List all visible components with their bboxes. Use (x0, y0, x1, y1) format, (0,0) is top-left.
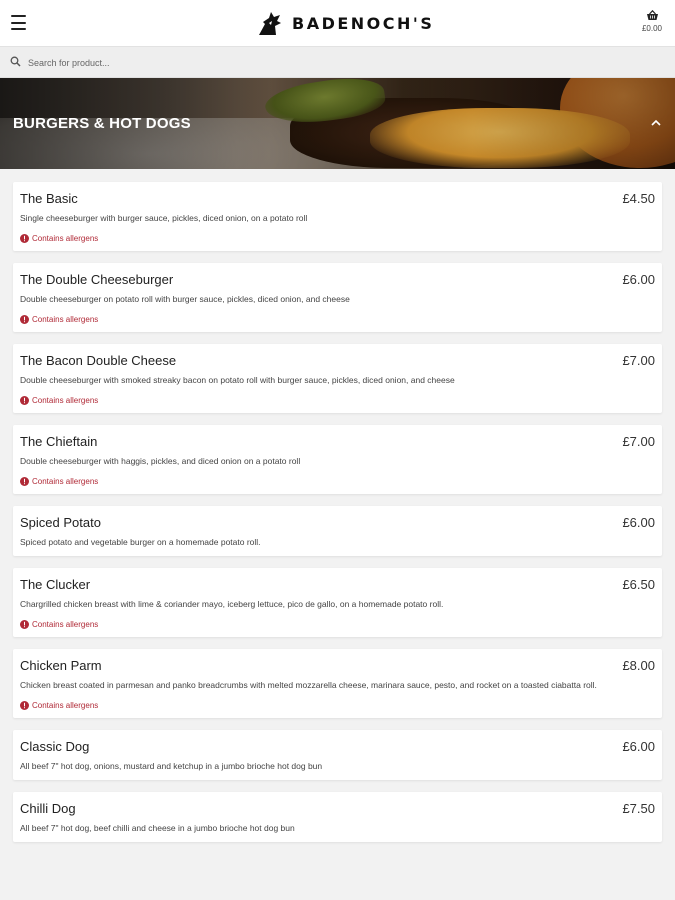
product-name: The Double Cheeseburger (20, 272, 174, 287)
search-icon (10, 56, 21, 67)
product-name: The Chieftain (20, 434, 98, 449)
product-price: £6.00 (622, 739, 655, 754)
product-price: £4.50 (622, 191, 655, 206)
brand-name: BADENOCH'S (292, 13, 435, 33)
product-description: Single cheeseburger with burger sauce, p… (20, 213, 308, 223)
product-card[interactable]: The Bacon Double Cheese £7.00 Double chees… (13, 344, 662, 413)
product-description: Double cheeseburger with haggis, pickles… (20, 456, 301, 466)
allergen-label: Contains allergens (32, 315, 99, 324)
product-card[interactable]: Chilli Dog £7.50 All beef 7" hot dog, beef… (13, 792, 662, 842)
product-price: £7.00 (622, 434, 655, 449)
product-card[interactable]: The Double Cheeseburger £6.00 Double chees… (13, 263, 662, 332)
product-name: Spiced Potato (20, 515, 101, 530)
product-price: £8.00 (622, 658, 655, 673)
product-card[interactable]: Chicken Parm £8.00 Chicken breast coated i… (13, 649, 662, 718)
allergen-label: Contains allergens (32, 396, 99, 405)
product-card[interactable]: Classic Dog £6.00 All beef 7" hot dog, oni… (13, 730, 662, 780)
allergen-notice[interactable]: Contains allergens (20, 396, 655, 405)
warning-icon (20, 477, 29, 486)
product-price: £6.00 (622, 272, 655, 287)
product-description: All beef 7" hot dog, onions, mustard and… (20, 761, 323, 771)
basket-icon (646, 10, 658, 20)
allergen-notice[interactable]: Contains allergens (20, 701, 655, 710)
hamburger-menu-icon[interactable] (11, 15, 26, 30)
product-description: All beef 7" hot dog, beef chilli and che… (20, 823, 295, 833)
product-price: £6.00 (622, 515, 655, 530)
product-price: £6.50 (622, 577, 655, 592)
wolf-logo-icon (259, 12, 281, 35)
allergen-label: Contains allergens (32, 701, 99, 710)
warning-icon (20, 701, 29, 710)
product-description: Chicken breast coated in parmesan and pa… (20, 680, 597, 690)
category-banner[interactable]: BURGERS & HOT DOGS (0, 78, 675, 169)
category-title: BURGERS & HOT DOGS (13, 115, 191, 132)
product-card[interactable]: Spiced Potato £6.00 Spiced potato and vege… (13, 506, 662, 556)
product-name: Chilli Dog (20, 801, 76, 816)
allergen-label: Contains allergens (32, 234, 99, 243)
product-description: Double cheeseburger on potato roll with … (20, 294, 350, 304)
product-price: £7.50 (622, 801, 655, 816)
product-card[interactable]: The Basic £4.50 Single cheeseburger with b… (13, 182, 662, 251)
product-name: Chicken Parm (20, 658, 102, 673)
product-list: The Basic £4.50 Single cheeseburger with b… (13, 182, 662, 854)
product-name: The Bacon Double Cheese (20, 353, 177, 368)
product-name: Classic Dog (20, 739, 90, 754)
allergen-notice[interactable]: Contains allergens (20, 234, 655, 243)
product-price: £7.00 (622, 353, 655, 368)
search-bar (0, 47, 675, 78)
product-card[interactable]: The Clucker £6.50 Chargrilled chicken brea… (13, 568, 662, 637)
product-name: The Clucker (20, 577, 91, 592)
brand-logo[interactable]: BADENOCH'S (256, 8, 434, 38)
warning-icon (20, 396, 29, 405)
top-bar: BADENOCH'S £0.00 (0, 0, 675, 47)
allergen-notice[interactable]: Contains allergens (20, 315, 655, 324)
cart-button[interactable]: £0.00 (637, 10, 667, 33)
cart-total: £0.00 (641, 24, 663, 33)
allergen-label: Contains allergens (32, 620, 99, 629)
allergen-label: Contains allergens (32, 477, 99, 486)
allergen-notice[interactable]: Contains allergens (20, 477, 655, 486)
warning-icon (20, 315, 29, 324)
warning-icon (20, 620, 29, 629)
product-description: Double cheeseburger with smoked streaky … (20, 375, 455, 385)
chevron-up-icon[interactable] (649, 116, 663, 130)
search-input[interactable] (28, 53, 658, 72)
product-description: Chargrilled chicken breast with lime & c… (20, 599, 444, 609)
product-name: The Basic (20, 191, 78, 206)
product-card[interactable]: The Chieftain £7.00 Double cheeseburger wi… (13, 425, 662, 494)
warning-icon (20, 234, 29, 243)
product-description: Spiced potato and vegetable burger on a … (20, 537, 261, 547)
allergen-notice[interactable]: Contains allergens (20, 620, 655, 629)
